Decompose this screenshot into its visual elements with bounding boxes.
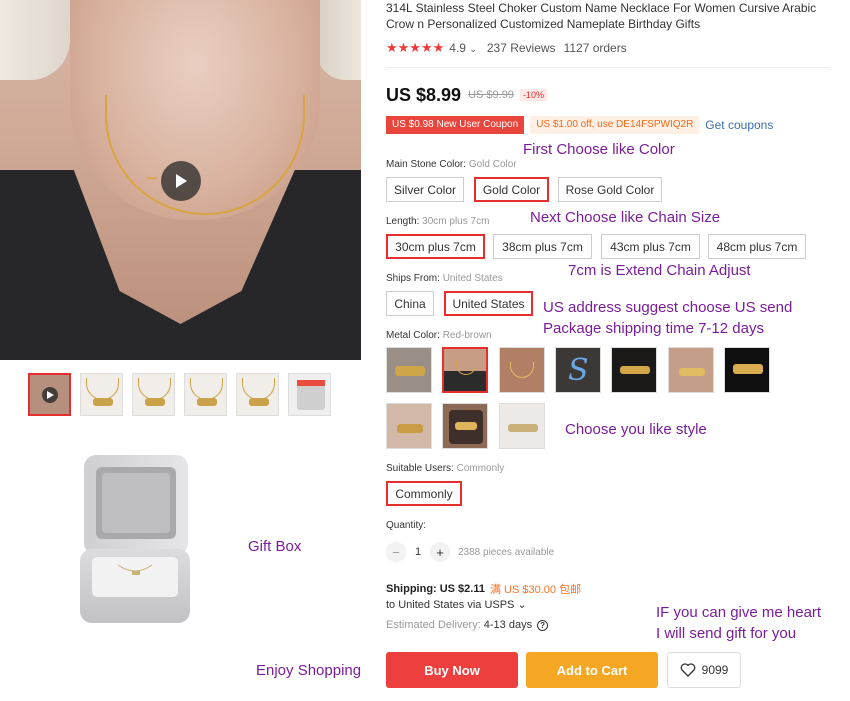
- rating-value[interactable]: 4.9 ⌄: [449, 41, 477, 55]
- quantity-stepper: − 1 + 2388 pieces available: [386, 541, 554, 563]
- gift-box-image: [80, 455, 190, 623]
- annotation-gift-box: Gift Box: [248, 538, 302, 555]
- estimated-delivery: Estimated Delivery: 4-13 days ?: [386, 619, 549, 631]
- divider: [386, 67, 830, 68]
- style-option-4[interactable]: S: [555, 347, 601, 393]
- annotation-us-address: US address suggest choose US send: [543, 299, 793, 316]
- annotation-extend-chain: 7cm is Extend Chain Adjust: [568, 262, 751, 279]
- style-option-3[interactable]: [499, 347, 545, 393]
- reviews-link[interactable]: 237 Reviews: [487, 41, 556, 55]
- annotation-next-choose: Next Choose like Chain Size: [530, 209, 721, 226]
- option-commonly[interactable]: Commonly: [386, 481, 462, 506]
- wishlist-count: 9099: [701, 663, 729, 677]
- style-option-5[interactable]: [611, 347, 657, 393]
- thumbnail-gift-box[interactable]: [288, 373, 331, 416]
- option-length-38cm[interactable]: 38cm plus 7cm: [493, 234, 592, 259]
- help-icon[interactable]: ?: [537, 619, 549, 631]
- style-option-1[interactable]: [386, 347, 432, 393]
- price-row: US $8.99 US $9.99 -10%: [386, 84, 547, 106]
- option-length-30cm[interactable]: 30cm plus 7cm: [386, 234, 485, 259]
- thumbnail-chain-3[interactable]: [184, 373, 227, 416]
- option-length-43cm[interactable]: 43cm plus 7cm: [601, 234, 700, 259]
- shipping-line: Shipping: US $2.11 满 US $30.00 包邮: [386, 581, 581, 597]
- style-option-10[interactable]: [499, 403, 545, 449]
- play-icon: [47, 391, 54, 399]
- coupon-row: US $0.98 New User Coupon US $1.00 off, u…: [386, 116, 773, 134]
- option-ship-united-states[interactable]: United States: [444, 291, 533, 316]
- buy-now-button[interactable]: Buy Now: [386, 652, 518, 688]
- new-user-coupon[interactable]: US $0.98 New User Coupon: [386, 116, 525, 134]
- option-silver-color[interactable]: Silver Color: [386, 177, 464, 202]
- rating-row: ★★★★★ 4.9 ⌄ 237 Reviews 1127 orders: [386, 40, 627, 56]
- shipping-promo: 满 US $30.00 包邮: [489, 584, 582, 596]
- shipping-cost: US $2.11: [439, 583, 485, 595]
- annotation-heart-2: I will send gift for you: [656, 625, 797, 642]
- orders-count: 1127 orders: [563, 41, 627, 55]
- quantity-minus-button[interactable]: −: [386, 542, 406, 562]
- quantity-value[interactable]: 1: [406, 546, 430, 558]
- style-option-8[interactable]: [386, 403, 432, 449]
- annotation-package-time: Package shipping time 7-12 days: [543, 320, 764, 337]
- metal-color-label: Metal Color: Red-brown: [386, 330, 492, 341]
- chevron-down-icon: ⌄: [469, 44, 477, 54]
- annotation-heart-1: IF you can give me heart: [656, 604, 822, 621]
- annotation-enjoy-shopping: Enjoy Shopping: [256, 662, 362, 679]
- main-stone-label: Main Stone Color: Gold Color: [386, 159, 517, 170]
- style-option-7[interactable]: [724, 347, 770, 393]
- style-option-6[interactable]: [668, 347, 714, 393]
- current-price: US $8.99: [386, 84, 462, 105]
- option-ship-china[interactable]: China: [386, 291, 434, 316]
- annotation-first-choose: First Choose like Color: [523, 141, 675, 158]
- option-rose-gold-color[interactable]: Rose Gold Color: [558, 177, 662, 202]
- heart-icon: [680, 663, 696, 677]
- ship-to-selector[interactable]: to United States via USPS ⌄: [386, 598, 527, 611]
- thumbnail-chain-2[interactable]: [132, 373, 175, 416]
- shipping-label: Shipping:: [386, 583, 437, 595]
- option-gold-color[interactable]: Gold Color: [474, 177, 549, 202]
- style-option-2[interactable]: [442, 347, 488, 393]
- discount-badge: -10%: [519, 89, 547, 101]
- style-option-9[interactable]: [442, 403, 488, 449]
- length-label: Length: 30cm plus 7cm: [386, 216, 490, 227]
- star-rating-icon: ★★★★★: [386, 40, 445, 55]
- get-coupons-link[interactable]: Get coupons: [705, 118, 773, 132]
- option-length-48cm[interactable]: 48cm plus 7cm: [708, 234, 806, 259]
- hair-left: [0, 0, 70, 80]
- hair-right: [316, 0, 361, 80]
- suitable-users-label: Suitable Users: Commonly: [386, 463, 505, 474]
- quantity-plus-button[interactable]: +: [430, 542, 450, 562]
- thumbnail-chain-4[interactable]: [236, 373, 279, 416]
- product-title: 314L Stainless Steel Choker Custom Name …: [386, 1, 817, 31]
- store-coupon[interactable]: US $1.00 off, use DE14FSPWIQ2R: [530, 116, 700, 134]
- play-video-button[interactable]: [161, 161, 201, 201]
- play-icon: [176, 174, 187, 188]
- original-price: US $9.99: [468, 89, 514, 101]
- quantity-label: Quantity:: [386, 520, 427, 531]
- quantity-available: 2388 pieces available: [458, 546, 555, 558]
- wishlist-button[interactable]: 9099: [667, 652, 741, 688]
- annotation-choose-style: Choose you like style: [565, 421, 707, 438]
- thumbnail-chain-1[interactable]: [80, 373, 123, 416]
- thumbnail-video[interactable]: [28, 373, 71, 416]
- ships-from-label: Ships From: United States: [386, 273, 503, 284]
- add-to-cart-button[interactable]: Add to Cart: [526, 652, 658, 688]
